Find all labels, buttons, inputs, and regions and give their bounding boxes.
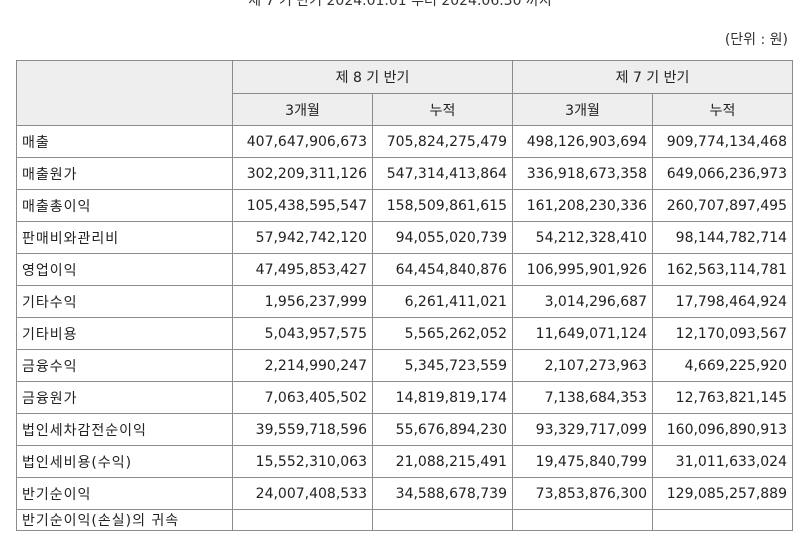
value-cell: 1,956,237,999: [232, 285, 373, 318]
value-cell: [512, 509, 653, 531]
row-label: 법인세차감전순이익: [16, 413, 233, 446]
value-cell: 47,495,853,427: [232, 253, 373, 286]
value-cell: 12,763,821,145: [652, 381, 793, 414]
table-row: 영업이익 47,495,853,427 64,454,840,876 106,995,…: [16, 253, 793, 286]
current-cumulative-header: 누적: [372, 93, 513, 126]
row-label: 기타수익: [16, 285, 233, 318]
value-cell: 4,669,225,920: [652, 349, 793, 382]
value-cell: 105,438,595,547: [232, 189, 373, 222]
row-label: 반기순이익(손실)의 귀속: [16, 509, 233, 531]
value-cell: 649,066,236,973: [652, 157, 793, 190]
value-cell: 57,942,742,120: [232, 221, 373, 254]
current-period-header: 제 8 기 반기: [232, 60, 513, 94]
value-cell: 21,088,215,491: [372, 445, 513, 478]
value-cell: 5,043,957,575: [232, 317, 373, 350]
value-cell: 498,126,903,694: [512, 125, 653, 158]
table-row: 반기순이익(손실)의 귀속: [16, 509, 793, 531]
value-cell: 705,824,275,479: [372, 125, 513, 158]
value-cell: 2,214,990,247: [232, 349, 373, 382]
value-cell: 129,085,257,889: [652, 477, 793, 510]
table-row: 기타수익 1,956,237,999 6,261,411,021 3,014,296,…: [16, 285, 793, 318]
table-row: 매출 407,647,906,673 705,824,275,479 498,126,…: [16, 125, 793, 158]
value-cell: 14,819,819,174: [372, 381, 513, 414]
value-cell: 5,345,723,559: [372, 349, 513, 382]
table-row: 기타비용 5,043,957,575 5,565,262,052 11,649,071…: [16, 317, 793, 350]
row-label: 금융원가: [16, 381, 233, 414]
value-cell: 3,014,296,687: [512, 285, 653, 318]
prior-period-header: 제 7 기 반기: [512, 60, 793, 94]
value-cell: [232, 509, 373, 531]
prior-cumulative-header: 누적: [652, 93, 793, 126]
value-cell: 15,552,310,063: [232, 445, 373, 478]
row-label: 기타비용: [16, 317, 233, 350]
value-cell: 106,995,901,926: [512, 253, 653, 286]
row-label: 반기순이익: [16, 477, 233, 510]
table-row: 매출총이익 105,438,595,547 158,509,861,615 161,2…: [16, 189, 793, 222]
value-cell: 24,007,408,533: [232, 477, 373, 510]
table-row: 매출원가 302,209,311,126 547,314,413,864 336,91…: [16, 157, 793, 190]
value-cell: 19,475,840,799: [512, 445, 653, 478]
value-cell: 31,011,633,024: [652, 445, 793, 478]
table-row: 판매비와관리비 57,942,742,120 94,055,020,739 54,21…: [16, 221, 793, 254]
table-row: 금융수익 2,214,990,247 5,345,723,559 2,107,273,…: [16, 349, 793, 382]
table-row: 법인세비용(수익) 15,552,310,063 21,088,215,491 19,…: [16, 445, 793, 478]
prior-three-month-header: 3개월: [512, 93, 653, 126]
value-cell: [372, 509, 513, 531]
table-body: 매출 407,647,906,673 705,824,275,479 498,126,…: [16, 125, 793, 531]
unit-label: (단위 : 원): [724, 32, 788, 48]
value-cell: 260,707,897,495: [652, 189, 793, 222]
value-cell: 7,063,405,502: [232, 381, 373, 414]
account-header-cell: [16, 60, 233, 126]
value-cell: 7,138,684,353: [512, 381, 653, 414]
value-cell: 34,588,678,739: [372, 477, 513, 510]
row-label: 금융수익: [16, 349, 233, 382]
value-cell: [652, 509, 793, 531]
value-cell: 12,170,093,567: [652, 317, 793, 350]
income-statement-table: 제 8 기 반기 제 7 기 반기 3개월 누적 3개월 누적 매출 407,64…: [16, 60, 793, 531]
value-cell: 17,798,464,924: [652, 285, 793, 318]
period-heading: 제 7 기 반기 2024.01.01 부터 2024.06.30 까지: [248, 0, 552, 9]
value-cell: 158,509,861,615: [372, 189, 513, 222]
table-row: 법인세차감전순이익 39,559,718,596 55,676,894,230 93,…: [16, 413, 793, 446]
value-cell: 407,647,906,673: [232, 125, 373, 158]
row-label: 매출: [16, 125, 233, 158]
value-cell: 2,107,273,963: [512, 349, 653, 382]
value-cell: 11,649,071,124: [512, 317, 653, 350]
value-cell: 547,314,413,864: [372, 157, 513, 190]
current-three-month-header: 3개월: [232, 93, 373, 126]
value-cell: 98,144,782,714: [652, 221, 793, 254]
value-cell: 160,096,890,913: [652, 413, 793, 446]
row-label: 매출원가: [16, 157, 233, 190]
value-cell: 162,563,114,781: [652, 253, 793, 286]
row-label: 법인세비용(수익): [16, 445, 233, 478]
value-cell: 5,565,262,052: [372, 317, 513, 350]
row-label: 매출총이익: [16, 189, 233, 222]
value-cell: 73,853,876,300: [512, 477, 653, 510]
value-cell: 161,208,230,336: [512, 189, 653, 222]
value-cell: 39,559,718,596: [232, 413, 373, 446]
value-cell: 909,774,134,468: [652, 125, 793, 158]
row-label: 판매비와관리비: [16, 221, 233, 254]
table-row: 반기순이익 24,007,408,533 34,588,678,739 73,853,…: [16, 477, 793, 510]
row-label: 영업이익: [16, 253, 233, 286]
value-cell: 54,212,328,410: [512, 221, 653, 254]
value-cell: 336,918,673,358: [512, 157, 653, 190]
value-cell: 93,329,717,099: [512, 413, 653, 446]
value-cell: 55,676,894,230: [372, 413, 513, 446]
table-row: 금융원가 7,063,405,502 14,819,819,174 7,138,684…: [16, 381, 793, 414]
value-cell: 94,055,020,739: [372, 221, 513, 254]
value-cell: 302,209,311,126: [232, 157, 373, 190]
value-cell: 6,261,411,021: [372, 285, 513, 318]
value-cell: 64,454,840,876: [372, 253, 513, 286]
